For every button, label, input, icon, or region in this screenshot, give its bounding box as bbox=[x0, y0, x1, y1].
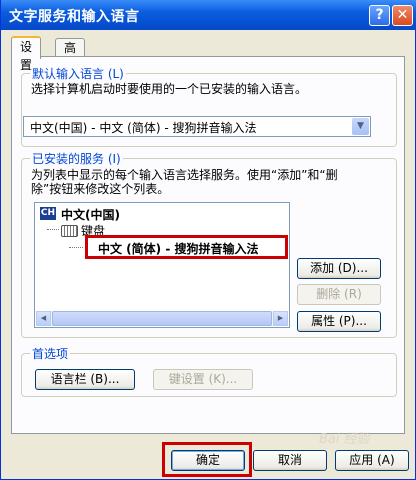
keyboard-icon bbox=[61, 225, 78, 237]
tree-connector bbox=[47, 229, 59, 230]
scrollbar-thumb[interactable] bbox=[52, 311, 272, 326]
tree-connector bbox=[69, 247, 83, 248]
scroll-right-icon[interactable]: ▶ bbox=[273, 311, 288, 326]
watermark: Bai 经验 bbox=[319, 432, 370, 447]
apply-button[interactable]: 应用 (A) bbox=[335, 450, 409, 471]
remove-button[interactable]: 删除 (R) bbox=[297, 284, 381, 305]
default-language-label: 默认输入语言 (L) bbox=[30, 65, 126, 82]
properties-button[interactable]: 属性 (P)... bbox=[297, 311, 381, 332]
installed-services-label: 已安装的服务 (I) bbox=[30, 150, 123, 167]
installed-services-description-1: 为列表中显示的每个输入语言选择服务。使用“添加”和“删 bbox=[31, 168, 338, 182]
close-icon[interactable]: ✕ bbox=[392, 5, 413, 26]
cancel-button[interactable]: 取消 bbox=[253, 450, 327, 471]
default-language-select[interactable]: 中文(中国) - 中文 (简体) - 搜狗拼音输入法 ▼ bbox=[23, 116, 371, 137]
chevron-down-icon[interactable]: ▼ bbox=[352, 118, 369, 135]
default-language-description: 选择计算机启动时要使用的一个已安装的输入语言。 bbox=[31, 82, 308, 96]
scroll-left-icon[interactable]: ◀ bbox=[36, 311, 51, 326]
tab-settings[interactable]: 设置 bbox=[11, 36, 42, 72]
services-tree[interactable]: CH 中文(中国) 键盘 ◀ ▶ bbox=[34, 202, 290, 328]
tree-item-service: 中文 (简体) - 搜狗拼音输入法 bbox=[98, 242, 259, 256]
ok-button[interactable]: 确定 bbox=[171, 450, 245, 471]
tab-advanced[interactable]: 高级 bbox=[55, 38, 86, 73]
language-bar-button[interactable]: 语言栏 (B)... bbox=[35, 369, 135, 390]
title-bar[interactable]: 文字服务和输入语言 ? ✕ bbox=[1, 0, 416, 30]
installed-services-description-2: 除”按钮来修改这个列表。 bbox=[31, 182, 170, 196]
key-settings-button[interactable]: 键设置 (K)... bbox=[153, 369, 253, 390]
add-button[interactable]: 添加 (D)... bbox=[297, 258, 381, 279]
tree-item-language[interactable]: 中文(中国) bbox=[61, 206, 120, 223]
window-title: 文字服务和输入语言 bbox=[9, 9, 140, 25]
dialog-window: 文字服务和输入语言 ? ✕ 设置 高级 默认输入语言 (L) 选择计算机启动时要… bbox=[0, 0, 416, 480]
horizontal-scrollbar[interactable]: ◀ ▶ bbox=[36, 311, 288, 326]
help-icon[interactable]: ? bbox=[369, 5, 390, 26]
default-language-value: 中文(中国) - 中文 (简体) - 搜狗拼音输入法 bbox=[30, 121, 257, 135]
tree-item-service-selected[interactable]: 中文 (简体) - 搜狗拼音输入法 bbox=[85, 235, 288, 259]
language-badge-icon: CH bbox=[40, 207, 56, 220]
preferences-label: 首选项 bbox=[30, 345, 71, 362]
